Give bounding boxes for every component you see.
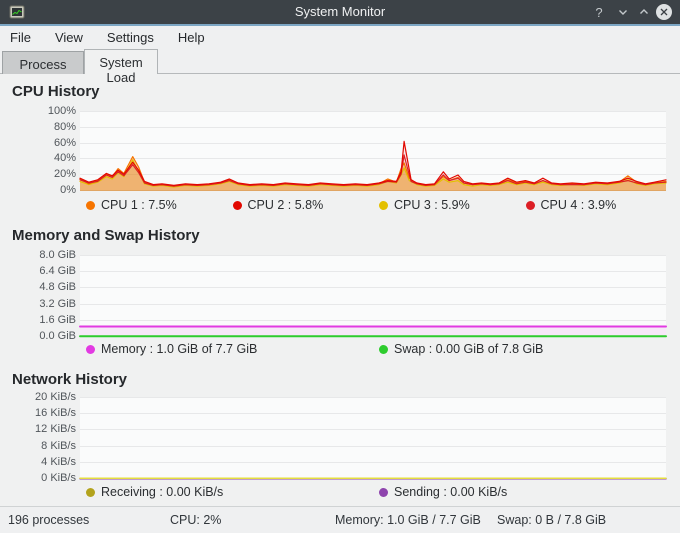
window-title: System Monitor [294, 4, 386, 19]
chevron-up-icon [640, 9, 648, 14]
legend-dot-icon [86, 200, 95, 210]
legend-dot-icon [86, 344, 95, 354]
menu-file[interactable]: File [10, 30, 31, 45]
legend-dot-icon [86, 487, 95, 497]
y-axis-tick-label: 8.0 GiB [39, 249, 76, 261]
legend-label: CPU 4 : 3.9% [540, 198, 617, 212]
y-axis-tick-label: 60% [53, 136, 76, 149]
network-history-title: Network History [12, 371, 128, 388]
legend-dot-icon [379, 200, 388, 210]
legend-item-sending: Sending : 0.00 KiB/s [373, 485, 666, 499]
tab-system-load[interactable]: System Load [84, 49, 158, 85]
y-axis-tick-label: 6.4 GiB [39, 265, 76, 278]
legend-label: Memory : 1.0 GiB of 7.7 GiB [101, 342, 258, 356]
chevron-down-icon [619, 10, 627, 15]
system-load-panel: CPU History 100% 80% 60% 40% 20% 0% CPU 1 : 7… [0, 74, 680, 507]
help-button[interactable]: ? [590, 0, 608, 24]
y-axis-tick-label: 20 KiB/s [35, 391, 76, 403]
y-axis-tick-label: 4.8 GiB [39, 281, 76, 294]
y-axis-tick-label: 0 KiB/s [41, 472, 76, 484]
status-memory: Memory: 1.0 GiB / 7.7 GiB [335, 513, 481, 527]
cpu-history-title: CPU History [12, 83, 100, 100]
legend-dot-icon [232, 200, 242, 210]
y-axis-tick-label: 20% [53, 168, 76, 181]
menu-help[interactable]: Help [178, 30, 205, 45]
y-axis-tick-label: 40% [53, 152, 76, 165]
memory-swap-history-svg [79, 255, 667, 338]
minimize-button[interactable] [614, 0, 632, 24]
titlebar[interactable]: System Monitor ? [0, 0, 680, 24]
legend-item-cpu-1: CPU 1 : 7.5% [80, 198, 227, 212]
close-icon [656, 4, 672, 20]
y-axis-tick-label: 0.0 GiB [39, 330, 76, 342]
network-legend: Receiving : 0.00 KiB/s Sending : 0.00 KiB… [80, 485, 666, 499]
network-history-svg [79, 397, 667, 480]
legend-dot-icon [525, 200, 535, 210]
memory-swap-history-chart [79, 255, 667, 338]
legend-item-swap: Swap : 0.00 GiB of 7.8 GiB [373, 342, 666, 356]
legend-label: Receiving : 0.00 KiB/s [101, 485, 224, 499]
status-swap: Swap: 0 B / 7.8 GiB [497, 513, 607, 527]
legend-label: CPU 2 : 5.8% [247, 198, 324, 212]
legend-label: Sending : 0.00 KiB/s [394, 485, 508, 499]
network-history-chart [79, 397, 667, 480]
memory-swap-legend: Memory : 1.0 GiB of 7.7 GiB Swap : 0.00 G… [80, 342, 666, 356]
y-axis-tick-label: 12 KiB/s [35, 423, 76, 436]
status-cpu: CPU: 2% [170, 513, 222, 527]
system-monitor-window: System Monitor ? File View Settings Help [0, 0, 680, 533]
y-axis-tick-label: 16 KiB/s [35, 407, 76, 420]
network-y-axis: 20 KiB/s 16 KiB/s 12 KiB/s 8 KiB/s 4 KiB/s 0 … [0, 391, 76, 484]
legend-label: Swap : 0.00 GiB of 7.8 GiB [394, 342, 544, 356]
legend-item-cpu-3: CPU 3 : 5.9% [373, 198, 520, 212]
legend-dot-icon [379, 344, 388, 354]
cpu-history-chart [79, 111, 667, 191]
memory-swap-y-axis: 8.0 GiB 6.4 GiB 4.8 GiB 3.2 GiB 1.6 GiB 0.0 G… [0, 249, 76, 342]
cpu-history-y-axis: 100% 80% 60% 40% 20% 0% [0, 105, 76, 196]
statusbar: 196 processes CPU: 2% Memory: 1.0 GiB / … [0, 506, 680, 533]
y-axis-tick-label: 80% [53, 120, 76, 133]
memory-swap-history-title: Memory and Swap History [12, 227, 200, 244]
cpu-history-legend: CPU 1 : 7.5% CPU 2 : 5.8% CPU 3 : 5.9% CPU … [80, 198, 666, 212]
legend-item-memory: Memory : 1.0 GiB of 7.7 GiB [80, 342, 373, 356]
tabbar: Process Table System Load [0, 48, 680, 87]
legend-label: CPU 3 : 5.9% [394, 198, 470, 212]
y-axis-tick-label: 3.2 GiB [39, 297, 76, 310]
legend-dot-icon [379, 487, 388, 497]
legend-item-cpu-4: CPU 4 : 3.9% [520, 198, 667, 212]
status-process-count: 196 processes [8, 513, 90, 527]
y-axis-tick-label: 100% [47, 105, 76, 117]
menu-view[interactable]: View [55, 30, 83, 45]
maximize-button[interactable] [635, 0, 653, 24]
legend-item-receiving: Receiving : 0.00 KiB/s [80, 485, 373, 499]
tab-process-table[interactable]: Process Table [2, 51, 84, 87]
y-axis-tick-label: 1.6 GiB [39, 313, 76, 326]
legend-item-cpu-2: CPU 2 : 5.8% [227, 198, 374, 212]
y-axis-tick-label: 8 KiB/s [41, 439, 76, 452]
y-axis-tick-label: 0% [60, 184, 76, 196]
legend-label: CPU 1 : 7.5% [101, 198, 177, 212]
menubar: File View Settings Help [0, 26, 680, 48]
close-button[interactable] [653, 0, 675, 24]
cpu-history-svg [79, 111, 667, 191]
menu-settings[interactable]: Settings [107, 30, 154, 45]
y-axis-tick-label: 4 KiB/s [41, 455, 76, 468]
